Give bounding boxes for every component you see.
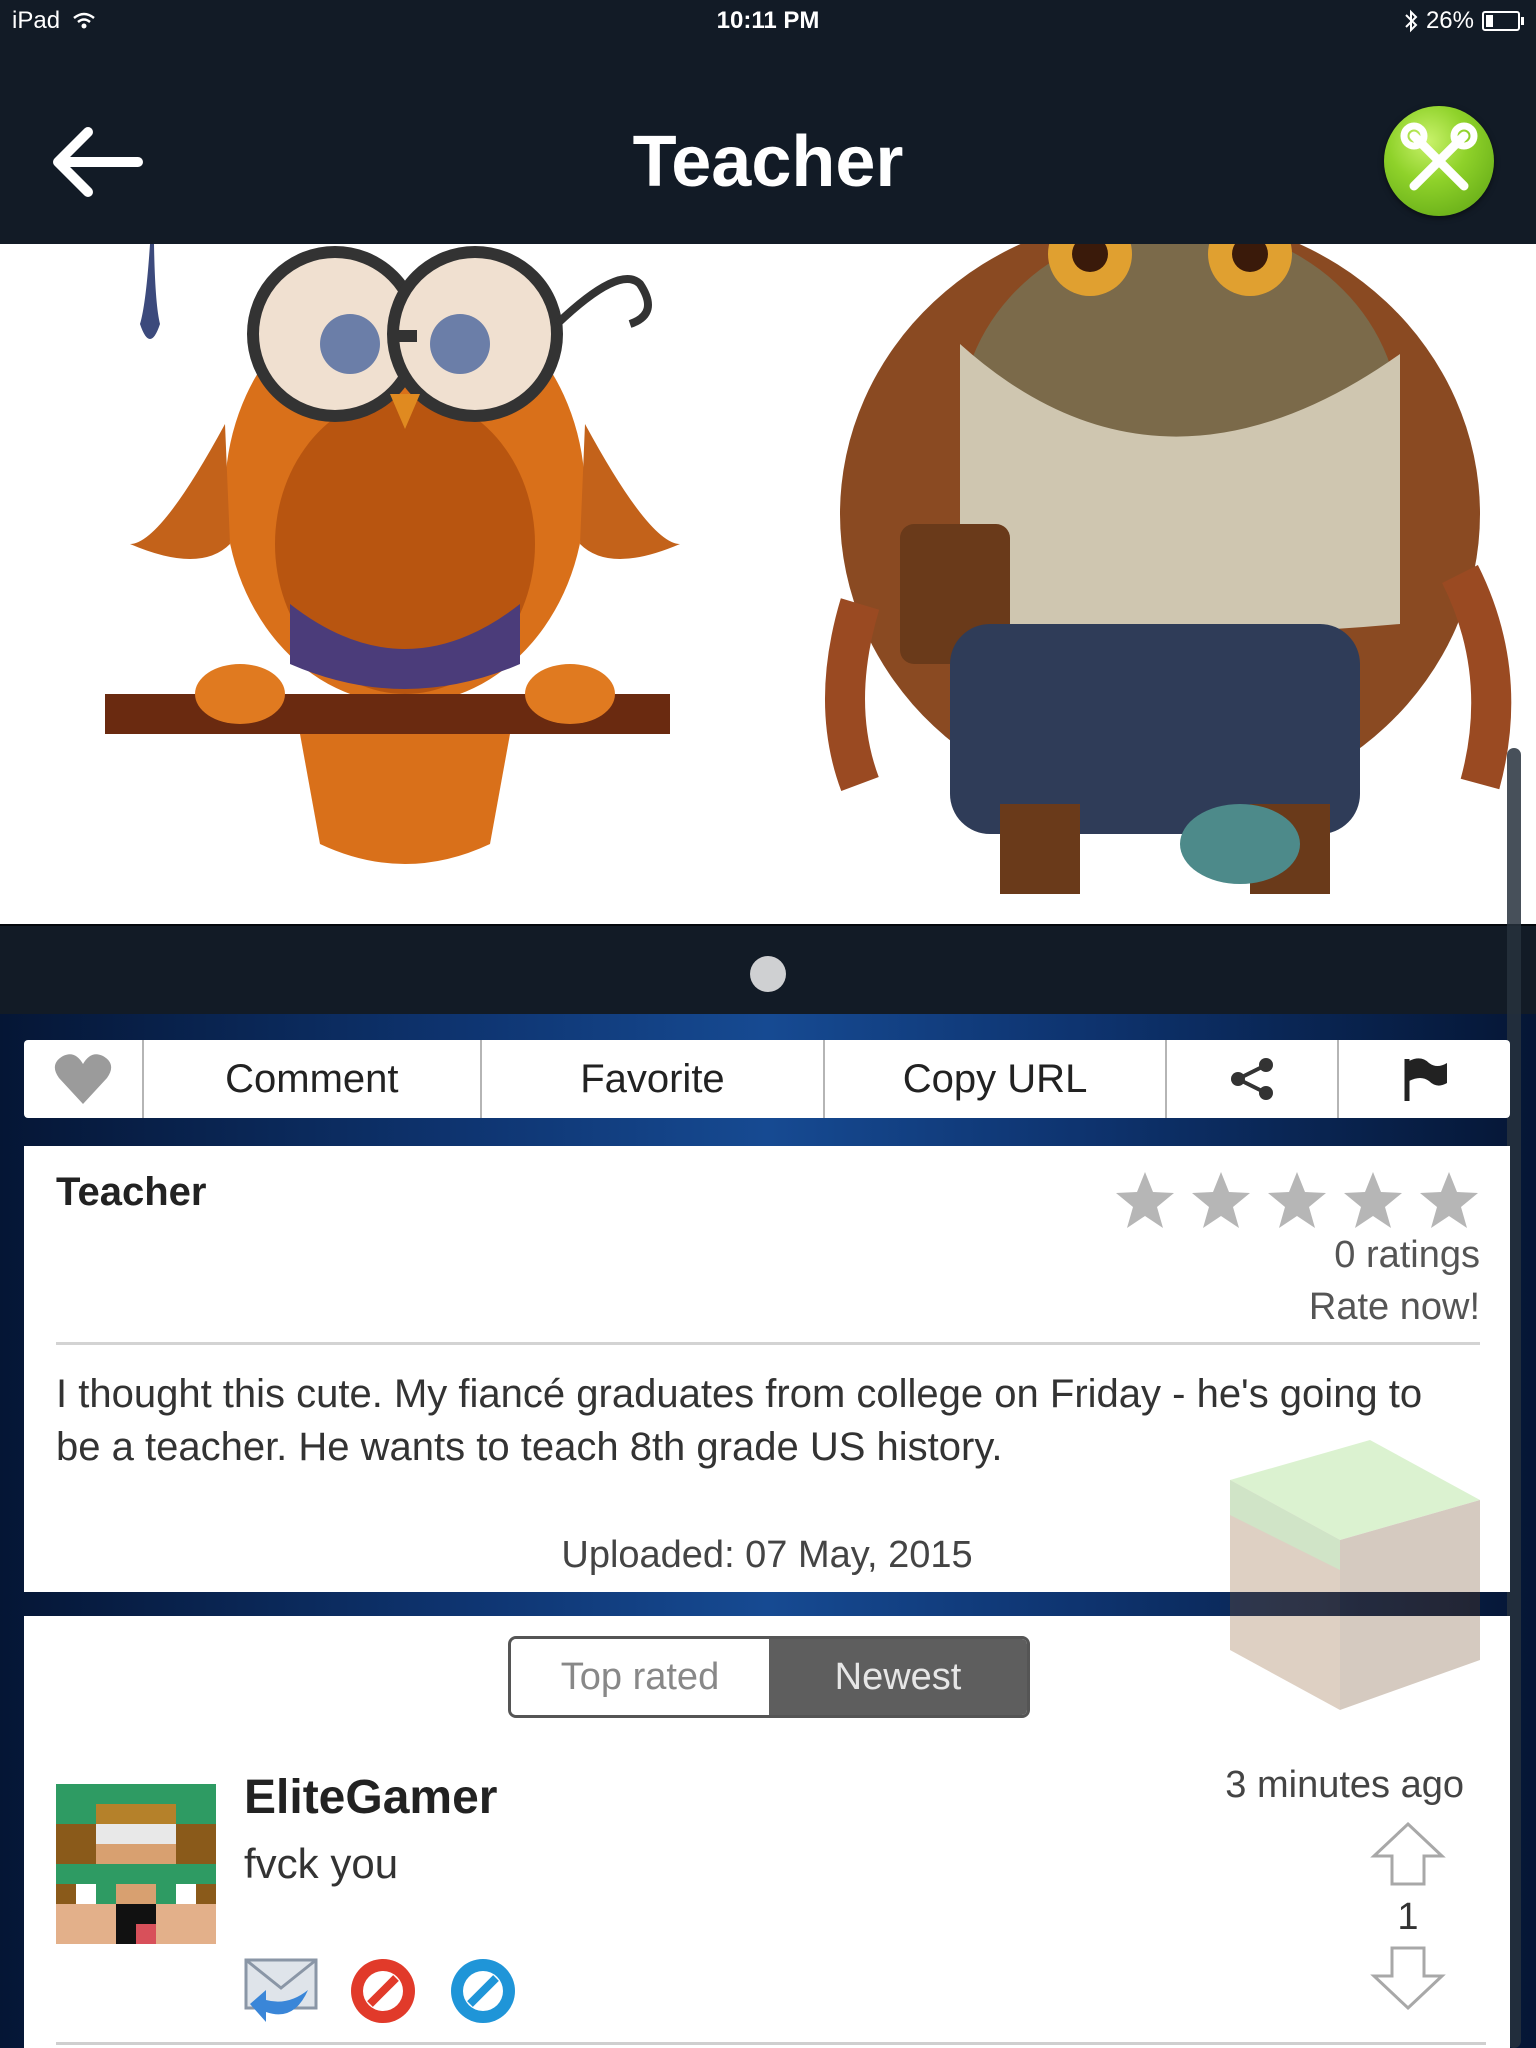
upvote-arrow-icon[interactable]	[1370, 1820, 1446, 1888]
report-button[interactable]	[1339, 1040, 1510, 1118]
flag-icon	[1404, 1058, 1448, 1101]
block-icon[interactable]	[348, 1956, 418, 2026]
divider	[56, 1342, 1480, 1345]
status-time: 10:11 PM	[716, 7, 820, 34]
sort-newest-tab[interactable]: Newest	[769, 1639, 1027, 1715]
star-rating[interactable]	[1114, 1170, 1480, 1230]
favorite-button[interactable]: Favorite	[482, 1040, 825, 1118]
bluetooth-icon	[1405, 9, 1418, 33]
page-indicator-dot[interactable]	[750, 956, 786, 992]
comment-text: fvck you	[244, 1840, 399, 1887]
action-bar: Comment Favorite Copy URL	[24, 1040, 1510, 1118]
ignore-icon[interactable]	[448, 1956, 518, 2026]
post-image[interactable]	[0, 244, 1536, 924]
tools-icon	[1400, 122, 1478, 191]
downvote-arrow-icon[interactable]	[1370, 1944, 1446, 2012]
battery-percent: 26%	[1425, 7, 1474, 34]
share-button[interactable]	[1167, 1040, 1339, 1118]
share-icon	[1231, 1058, 1274, 1100]
rate-now-link[interactable]: Rate now!	[1309, 1286, 1480, 1329]
star-icon[interactable]	[1342, 1170, 1404, 1230]
reply-icon[interactable]	[244, 1956, 318, 2026]
ratings-count: 0 ratings	[1334, 1234, 1480, 1276]
like-button[interactable]	[24, 1040, 144, 1118]
nav-header: Teacher	[0, 42, 1536, 244]
status-bar: iPad 10:11 PM 26%	[0, 0, 1536, 42]
heart-icon	[54, 1054, 111, 1104]
gallery-pager	[0, 924, 1536, 1016]
page-title: Teacher	[632, 122, 904, 202]
block-watermark	[1230, 1440, 1480, 1710]
battery-icon	[1482, 11, 1524, 31]
post-title: Teacher	[56, 1170, 207, 1214]
tools-button[interactable]	[1384, 106, 1494, 216]
comment-username[interactable]: EliteGamer	[244, 1770, 497, 1825]
avatar[interactable]	[56, 1784, 216, 1944]
owl-teacher-illustration	[105, 244, 1512, 894]
divider	[56, 2042, 1486, 2045]
star-icon[interactable]	[1114, 1170, 1176, 1230]
copy-url-button[interactable]: Copy URL	[825, 1040, 1168, 1118]
comment-sort-control: Top rated Newest	[508, 1636, 1030, 1718]
comment-timestamp: 3 minutes ago	[1225, 1764, 1464, 1806]
star-icon[interactable]	[1266, 1170, 1328, 1230]
vote-count: 1	[1397, 1896, 1419, 1938]
sort-top-rated-tab[interactable]: Top rated	[511, 1639, 769, 1715]
star-icon[interactable]	[1418, 1170, 1480, 1230]
star-icon[interactable]	[1190, 1170, 1252, 1230]
comment-button[interactable]: Comment	[144, 1040, 483, 1118]
